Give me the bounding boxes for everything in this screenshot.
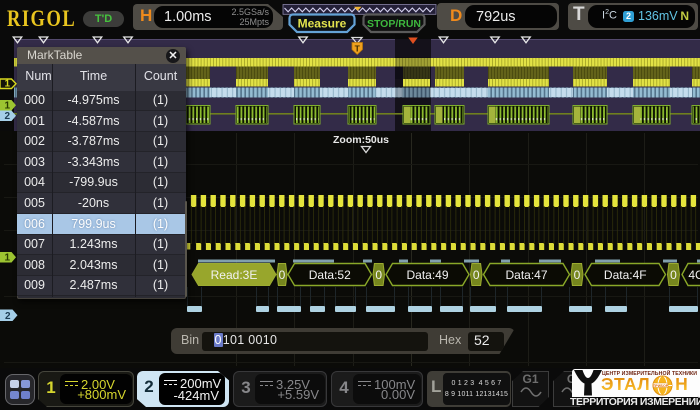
svg-text:Measure: Measure	[298, 17, 347, 31]
svg-text:Data:4F: Data:4F	[604, 268, 647, 282]
svg-text:STOP/RUN: STOP/RUN	[367, 18, 421, 30]
svg-text:Data:52: Data:52	[309, 268, 351, 282]
svg-text:ПРИБОР: ПРИБОР	[653, 383, 669, 387]
svg-text:Data:49: Data:49	[406, 268, 448, 282]
svg-text:Read:3E: Read:3E	[211, 268, 258, 282]
svg-text:0: 0	[375, 268, 382, 282]
svg-text:4C: 4C	[688, 268, 700, 282]
svg-text:0: 0	[473, 268, 480, 282]
svg-text:0: 0	[279, 268, 286, 282]
svg-text:0: 0	[670, 268, 677, 282]
svg-text:Data:47: Data:47	[505, 268, 547, 282]
svg-text:0: 0	[574, 268, 581, 282]
